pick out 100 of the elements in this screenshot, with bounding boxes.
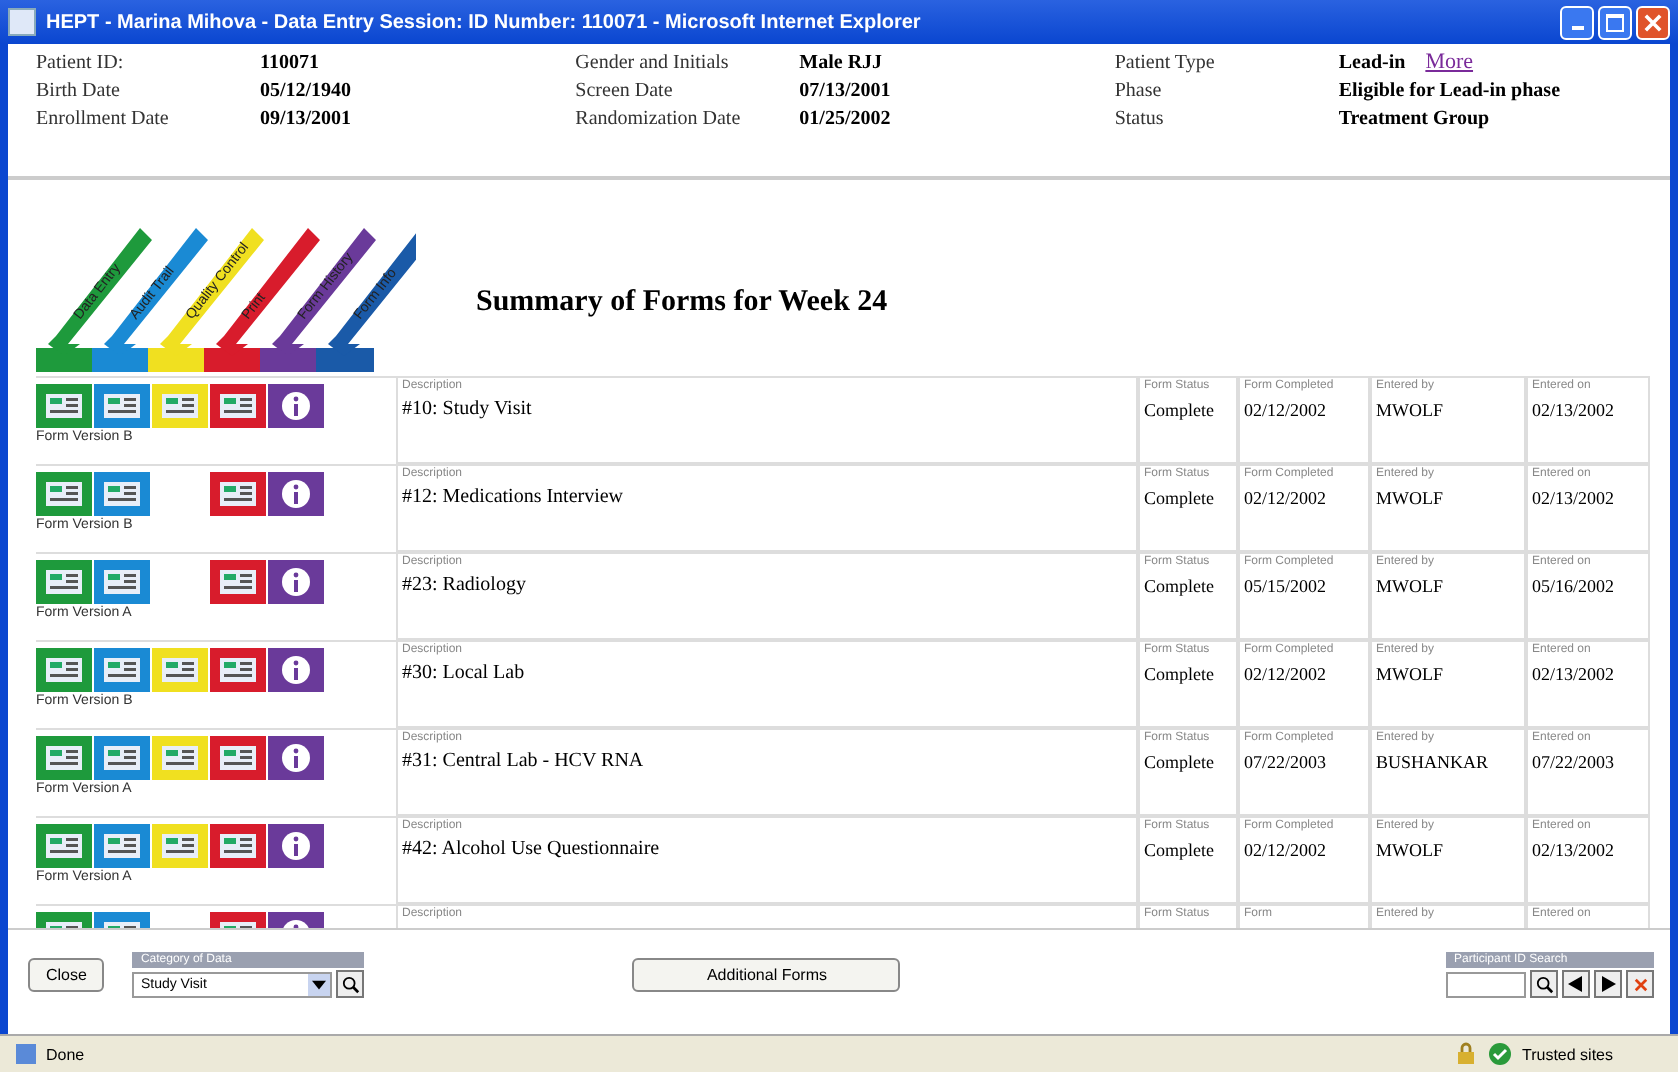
page-icon: [8, 8, 36, 36]
maximize-button[interactable]: [1598, 5, 1632, 39]
info-icon: [280, 654, 312, 686]
form-icon: [104, 394, 140, 418]
info-button[interactable]: [268, 736, 324, 780]
right-triangle-icon: [1600, 976, 1616, 992]
security-zone: Trusted sites: [1522, 1045, 1615, 1063]
form-icon: [46, 394, 82, 418]
left-triangle-icon: [1568, 976, 1584, 992]
form-action-button[interactable]: [94, 648, 150, 692]
next-button[interactable]: [1594, 970, 1622, 998]
form-action-button[interactable]: [36, 560, 92, 604]
field-label: Status: [1114, 106, 1166, 132]
minimize-button[interactable]: [1560, 5, 1594, 39]
search-icon: [341, 975, 360, 993]
form-action-button[interactable]: [94, 824, 150, 868]
field-value: 05/12/1940: [260, 78, 352, 104]
table-cell-value: MWOLF: [1376, 576, 1445, 596]
info-icon: [280, 742, 312, 774]
form-action-button[interactable]: [94, 472, 150, 516]
field-value: Treatment Group: [1338, 106, 1490, 132]
table-cell-value: Complete: [1144, 840, 1216, 860]
search-icon: [1535, 975, 1553, 993]
form-action-button[interactable]: [210, 736, 266, 780]
field-value: Eligible for Lead-in phase: [1338, 78, 1561, 104]
form-action-button[interactable]: [210, 472, 266, 516]
info-icon: [280, 830, 312, 862]
form-icon: [46, 482, 82, 506]
table-cell-value: Complete: [1144, 664, 1216, 684]
lock-icon: [1454, 1042, 1478, 1066]
info-button[interactable]: [268, 824, 324, 868]
close-icon: [1644, 13, 1662, 31]
info-button[interactable]: [268, 384, 324, 428]
form-action-button[interactable]: [94, 736, 150, 780]
form-action-button[interactable]: [210, 560, 266, 604]
table-cell-value: 02/13/2002: [1532, 400, 1617, 420]
close-form-button[interactable]: Close: [28, 958, 105, 992]
table-cell-value: MWOLF: [1376, 664, 1445, 684]
form-icon: [104, 834, 140, 858]
search-button[interactable]: [1530, 970, 1558, 998]
form-icon: [220, 482, 256, 506]
info-button[interactable]: [268, 472, 324, 516]
table-cell-value: 07/22/2003: [1244, 752, 1329, 772]
form-icon: [162, 394, 198, 418]
check-icon: [1488, 1042, 1512, 1066]
table-cell-value: 02/12/2002: [1244, 664, 1329, 684]
summary-title: Summary of Forms for Week 24: [476, 286, 888, 320]
form-action-button[interactable]: [210, 648, 266, 692]
form-action-button[interactable]: [210, 384, 266, 428]
table-cell-value: 02/13/2002: [1532, 840, 1617, 860]
form-action-button[interactable]: [94, 560, 150, 604]
clear-button[interactable]: [1626, 970, 1654, 998]
form-icon: [104, 482, 140, 506]
info-button[interactable]: [268, 648, 324, 692]
previous-button[interactable]: [1562, 970, 1590, 998]
field-value: 01/25/2002: [799, 106, 891, 132]
form-icon: [162, 834, 198, 858]
dropdown-arrow-icon: [312, 979, 327, 989]
participant-id-field[interactable]: [1446, 971, 1526, 997]
close-icon: [1633, 977, 1647, 991]
form-icon: [162, 658, 198, 682]
form-icon: [46, 658, 82, 682]
additional-forms-button[interactable]: Additional Forms: [632, 958, 901, 992]
form-name: #30: Local Lab: [402, 662, 527, 684]
table-cell-value: 07/22/2003: [1532, 752, 1617, 772]
info-button[interactable]: [268, 560, 324, 604]
form-name: #12: Medications Interview: [402, 486, 626, 508]
form-action-button[interactable]: [36, 472, 92, 516]
form-action-button[interactable]: [152, 384, 208, 428]
table-cell-value: MWOLF: [1376, 488, 1445, 508]
form-action-button[interactable]: [94, 384, 150, 428]
form-action-button[interactable]: [36, 736, 92, 780]
form-action-button[interactable]: [152, 736, 208, 780]
table-cell-value: 02/12/2002: [1244, 400, 1329, 420]
search-button[interactable]: [336, 970, 365, 998]
field-label: Enrollment Date: [36, 106, 171, 132]
form-action-button[interactable]: [36, 648, 92, 692]
table-cell-value: MWOLF: [1376, 840, 1445, 860]
field-value: Male RJJ: [799, 50, 883, 76]
status-text: Done: [46, 1045, 85, 1063]
form-name: #23: Radiology: [402, 574, 528, 596]
more-link[interactable]: More: [1425, 50, 1474, 76]
info-icon: [280, 566, 312, 598]
close-button[interactable]: [1636, 5, 1670, 39]
form-action-button[interactable]: [210, 824, 266, 868]
form-action-button[interactable]: [36, 384, 92, 428]
field-label: Patient ID:: [36, 50, 126, 76]
form-action-button[interactable]: [152, 648, 208, 692]
field-label: Patient Type: [1114, 50, 1217, 76]
table-cell-value: 02/12/2002: [1244, 488, 1329, 508]
form-action-button[interactable]: [36, 824, 92, 868]
table-cell-value: Complete: [1144, 488, 1216, 508]
table-cell-value: 05/15/2002: [1244, 576, 1329, 596]
form-icon: [220, 394, 256, 418]
field-value: Lead-in: [1338, 50, 1406, 76]
form-icon: [220, 834, 256, 858]
form-action-button[interactable]: [152, 824, 208, 868]
form-icon: [46, 746, 82, 770]
table-cell-value: 02/13/2002: [1532, 488, 1617, 508]
form-icon: [104, 570, 140, 594]
